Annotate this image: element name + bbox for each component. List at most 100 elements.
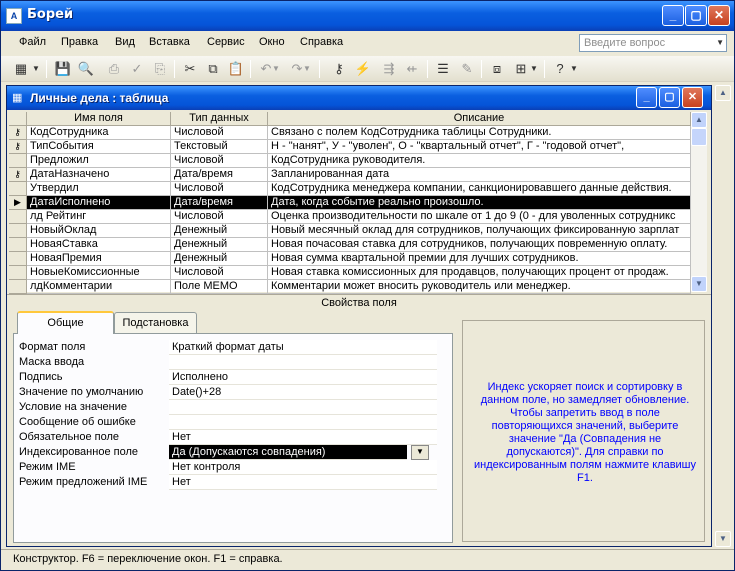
scroll-down-arrow[interactable]: ▼ (715, 531, 731, 547)
description-cell[interactable]: Запланированная дата (268, 168, 691, 182)
scroll-thumb[interactable] (691, 128, 707, 146)
data-type-cell[interactable]: Денежный (171, 252, 268, 266)
table-row[interactable]: НовыйОклад Денежный Новый месячный оклад д… (9, 224, 691, 238)
field-name-cell[interactable]: ДатаНазначено (27, 168, 171, 182)
paste-icon[interactable]: 📋 (226, 59, 246, 79)
data-type-cell[interactable]: Денежный (171, 224, 268, 238)
property-value-field[interactable]: Нет (169, 475, 437, 490)
property-value-field[interactable]: Нет (169, 430, 437, 445)
table-row[interactable]: лд Рейтинг Числовой Оценка производительно… (9, 210, 691, 224)
field-name-cell[interactable]: НоваяПремия (27, 252, 171, 266)
table-row[interactable]: ▶ ДатаИсполнено Дата/время Дата, когда собы… (9, 196, 691, 210)
description-cell[interactable]: Новая почасовая ставка для сотрудников, … (268, 238, 691, 252)
description-cell[interactable]: Н - "нанят", У - "уволен", О - "кварталь… (268, 140, 691, 154)
new-object-icon[interactable]: ⊞ (511, 59, 531, 79)
data-type-cell[interactable]: Числовой (171, 182, 268, 196)
table-row[interactable]: Предложил Числовой КодСотрудника руководит… (9, 154, 691, 168)
row-selector[interactable] (9, 266, 27, 280)
table-row[interactable]: НовыеКомиссионные Числовой Новая ставка ко… (9, 266, 691, 280)
delete-rows-icon[interactable]: ⇷ (402, 59, 422, 79)
menu-tools[interactable]: Сервис (207, 36, 245, 48)
field-name-cell[interactable]: НовыеКомиссионные (27, 266, 171, 280)
property-value-field[interactable]: Нет контроля (169, 460, 437, 475)
insert-rows-icon[interactable]: ⇶ (379, 59, 399, 79)
preview-icon[interactable]: 🔍 (76, 59, 96, 79)
key-icon[interactable]: ⚷ (329, 59, 349, 79)
description-cell[interactable]: Связано с полем КодСотрудника таблицы Со… (268, 126, 691, 140)
primary-key-icon[interactable]: ⚷ (9, 126, 27, 140)
property-value-field[interactable] (169, 355, 437, 370)
field-name-cell[interactable]: ДатаИсполнено (27, 196, 171, 210)
row-selector[interactable] (9, 252, 27, 266)
menu-insert[interactable]: Вставка (149, 36, 190, 48)
data-type-cell[interactable]: Поле MEMO (171, 280, 268, 294)
data-type-cell[interactable]: Числовой (171, 266, 268, 280)
grid-vertical-scrollbar[interactable]: ▲ ▼ (691, 112, 707, 292)
help-question-box[interactable]: Введите вопрос ▼ (579, 34, 727, 52)
close-button[interactable]: ✕ (682, 87, 703, 108)
description-cell[interactable]: Новый месячный оклад для сотрудников, по… (268, 224, 691, 238)
chevron-down-icon[interactable]: ▼ (31, 59, 41, 79)
row-selector[interactable] (9, 210, 27, 224)
data-type-cell[interactable]: Дата/время (171, 168, 268, 182)
data-type-cell[interactable]: Числовой (171, 210, 268, 224)
properties-icon[interactable]: ☰ (433, 59, 453, 79)
field-name-cell[interactable]: КодСотрудника (27, 126, 171, 140)
field-name-cell[interactable]: лдКомментарии (27, 280, 171, 294)
property-value-field[interactable]: Исполнено (169, 370, 437, 385)
row-selector[interactable] (9, 280, 27, 294)
field-name-cell[interactable]: Утвердил (27, 182, 171, 196)
data-type-cell[interactable]: Числовой (171, 154, 268, 168)
description-cell[interactable]: КодСотрудника руководителя. (268, 154, 691, 168)
table-row[interactable]: НоваяСтавка Денежный Новая почасовая ставк… (9, 238, 691, 252)
indexes-icon[interactable]: ⚡ (353, 59, 373, 79)
chevron-down-icon[interactable]: ▼ (529, 59, 539, 79)
print-preview-icon[interactable]: ⎘ (150, 59, 170, 79)
copy-icon[interactable]: ⧉ (203, 59, 223, 79)
description-cell[interactable]: Оценка производительности по шкале от 1 … (268, 210, 691, 224)
row-selector[interactable] (9, 182, 27, 196)
chevron-down-icon[interactable]: ▼ (302, 59, 312, 79)
tab-general[interactable]: Общие (17, 311, 114, 334)
scroll-down-arrow[interactable]: ▼ (691, 276, 707, 292)
database-window-icon[interactable]: ⧈ (487, 59, 507, 79)
table-row[interactable]: лдКомментарии Поле MEMO Комментарии может … (9, 280, 691, 294)
chevron-down-icon[interactable]: ▼ (411, 445, 429, 460)
property-value-field[interactable]: Date()+28 (169, 385, 437, 400)
close-button[interactable]: ✕ (708, 5, 730, 26)
minimize-button[interactable]: _ (636, 87, 657, 108)
field-name-cell[interactable]: ТипСобытия (27, 140, 171, 154)
table-row[interactable]: ⚷ ДатаНазначено Дата/время Запланированная … (9, 168, 691, 182)
maximize-button[interactable]: ▢ (685, 5, 707, 26)
save-icon[interactable]: 💾 (53, 59, 73, 79)
scroll-up-arrow[interactable]: ▲ (691, 112, 707, 128)
row-selector[interactable] (9, 224, 27, 238)
description-cell[interactable]: Комментарии может вносить руководитель и… (268, 280, 691, 294)
description-cell[interactable]: Новая сумма квартальной премии для лучши… (268, 252, 691, 266)
spellcheck-icon[interactable]: ✓ (127, 59, 147, 79)
table-row[interactable]: ⚷ КодСотрудника Числовой Связано с полем Ко… (9, 126, 691, 140)
title-bar[interactable]: A Борей _ ▢ ✕ (1, 1, 734, 31)
property-value-field[interactable] (169, 400, 437, 415)
tab-lookup[interactable]: Подстановка (114, 312, 197, 333)
maximize-button[interactable]: ▢ (659, 87, 680, 108)
primary-key-icon[interactable]: ⚷ (9, 140, 27, 154)
view-icon[interactable]: ▦ (11, 59, 31, 79)
chevron-down-icon[interactable]: ▼ (716, 35, 724, 51)
table-row[interactable]: ⚷ ТипСобытия Текстовый Н - "нанят", У - "ув… (9, 140, 691, 154)
description-cell[interactable]: Дата, когда событие реально произошло. (268, 196, 691, 210)
menu-edit[interactable]: Правка (61, 36, 98, 48)
chevron-down-icon[interactable]: ▼ (271, 59, 281, 79)
field-name-cell[interactable]: лд Рейтинг (27, 210, 171, 224)
help-icon[interactable]: ? (550, 59, 570, 79)
row-selector[interactable] (9, 238, 27, 252)
minimize-button[interactable]: _ (662, 5, 684, 26)
property-value-field[interactable]: Да (Допускаются совпадения) (169, 445, 407, 460)
table-row[interactable]: НоваяПремия Денежный Новая сумма квартальн… (9, 252, 691, 266)
primary-key-icon[interactable]: ⚷ (9, 168, 27, 182)
menu-file[interactable]: Файл (19, 36, 46, 48)
data-type-cell[interactable]: Дата/время (171, 196, 268, 210)
row-selector-arrow-icon[interactable]: ▶ (9, 196, 27, 210)
row-selector[interactable] (9, 154, 27, 168)
field-name-cell[interactable]: Предложил (27, 154, 171, 168)
